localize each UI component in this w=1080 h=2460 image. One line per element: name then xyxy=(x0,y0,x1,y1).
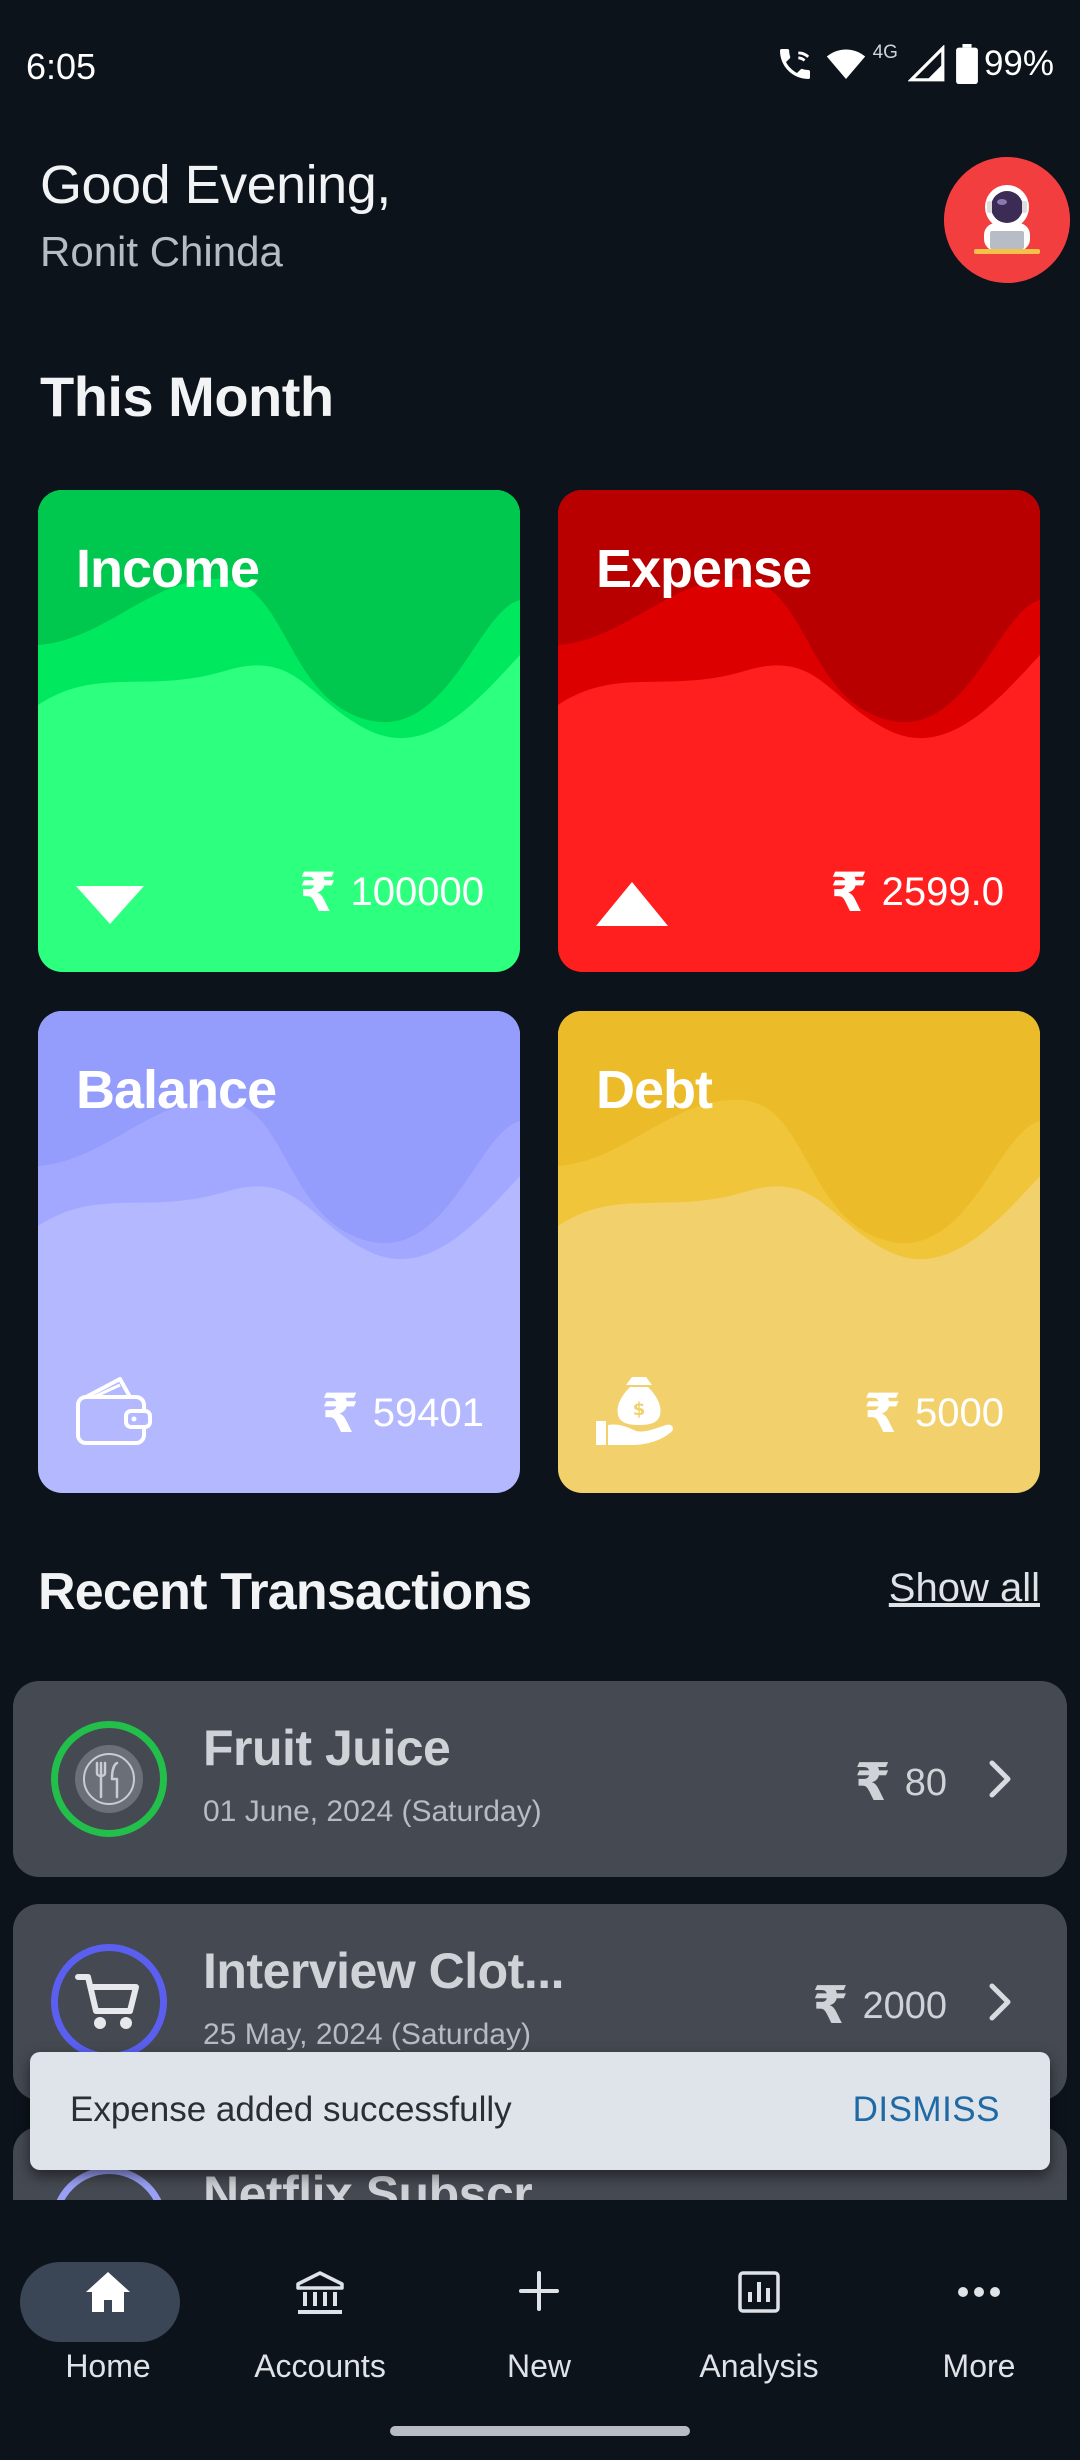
money-bag-hand-icon: $ xyxy=(596,1377,673,1445)
transaction-date: 25 May, 2024 (Saturday) xyxy=(203,2018,531,2051)
wifi-icon xyxy=(826,49,865,79)
network-type-label: 4G xyxy=(872,42,898,63)
nav-item-home[interactable]: Home xyxy=(0,2230,216,2384)
nav-label: More xyxy=(942,2348,1016,2384)
status-icons: 4G 99% xyxy=(775,42,1054,86)
currency-symbol: ₹ xyxy=(812,1977,849,2035)
greeting-text: Good Evening, xyxy=(40,155,391,215)
dismiss-button[interactable]: DISMISS xyxy=(853,2090,1000,2130)
svg-text:$: $ xyxy=(633,1399,646,1420)
transaction-amount: ₹ 2000 xyxy=(812,1976,947,2036)
food-icon xyxy=(75,1745,143,1813)
income-card-label: Income xyxy=(76,539,260,599)
income-card[interactable]: Income ₹ 100000 xyxy=(38,490,520,972)
transaction-icon-ring xyxy=(51,1721,167,1837)
nav-label: New xyxy=(506,2348,571,2384)
recent-transactions-title: Recent Transactions xyxy=(38,1563,532,1621)
balance-amount: ₹ 59401 xyxy=(321,1382,484,1445)
home-icon xyxy=(86,2272,130,2312)
balance-card[interactable]: Balance ₹ 59401 xyxy=(38,1011,520,1493)
gesture-navigation-bar[interactable] xyxy=(390,2426,690,2436)
expense-amount-value: 2599.0 xyxy=(881,870,1004,914)
more-dots-icon xyxy=(958,2287,1000,2297)
currency-symbol: ₹ xyxy=(863,1384,902,1444)
balance-card-label: Balance xyxy=(76,1060,277,1120)
transaction-title: Interview Clot... xyxy=(203,1943,565,1999)
transaction-amount-value: 2000 xyxy=(862,1984,947,2027)
transaction-amount: ₹ 80 xyxy=(855,1753,947,1813)
debt-amount: ₹ 5000 xyxy=(863,1382,1004,1445)
transaction-icon-ring xyxy=(51,1944,167,2060)
expense-card[interactable]: Expense ₹ 2599.0 xyxy=(558,490,1040,972)
currency-symbol: ₹ xyxy=(298,863,337,923)
currency-symbol: ₹ xyxy=(321,1384,359,1444)
currency-symbol: ₹ xyxy=(830,863,868,923)
nav-label: Analysis xyxy=(699,2348,819,2384)
battery-icon xyxy=(956,44,978,84)
user-name: Ronit Chinda xyxy=(40,228,283,275)
transaction-title: Fruit Juice xyxy=(203,1720,451,1776)
snackbar-message: Expense added successfully xyxy=(70,2090,512,2129)
nav-item-new[interactable]: New xyxy=(431,2230,647,2384)
nav-item-analysis[interactable]: Analysis xyxy=(651,2230,867,2384)
astronaut-avatar-icon xyxy=(944,157,1070,283)
nav-item-more[interactable]: More xyxy=(871,2230,1080,2384)
balance-amount-value: 59401 xyxy=(372,1391,484,1435)
debt-card-label: Debt xyxy=(596,1060,713,1120)
wifi-calling-icon xyxy=(779,49,810,79)
bar-chart-icon xyxy=(738,2271,780,2313)
shopping-cart-icon xyxy=(75,1974,139,2029)
battery-percentage: 99% xyxy=(983,44,1054,83)
signal-icon xyxy=(907,45,945,82)
arrow-down-icon xyxy=(76,886,144,924)
currency-symbol: ₹ xyxy=(854,1754,891,1812)
avatar[interactable] xyxy=(944,157,1070,283)
home-screen: 6:05 4G 99% Good Evening, Ronit Chinda T… xyxy=(0,0,1080,2460)
nav-item-accounts[interactable]: Accounts xyxy=(212,2230,428,2384)
chevron-right-icon xyxy=(989,1983,1011,2021)
nav-label: Home xyxy=(65,2348,151,2384)
wallet-icon xyxy=(76,1377,152,1445)
snackbar: Expense added successfully DISMISS xyxy=(30,2052,1050,2170)
debt-amount-value: 5000 xyxy=(915,1391,1004,1435)
bank-icon xyxy=(296,2271,344,2314)
expense-card-label: Expense xyxy=(596,539,812,599)
transaction-amount-value: 80 xyxy=(904,1761,947,1804)
chevron-right-icon xyxy=(989,1760,1011,1798)
this-month-title: This Month xyxy=(40,365,334,428)
debt-card[interactable]: Debt $ ₹ 5000 xyxy=(558,1011,1040,1493)
transaction-date: 01 June, 2024 (Saturday) xyxy=(203,1795,542,1828)
show-all-link[interactable]: Show all xyxy=(889,1566,1040,1611)
bottom-navigation: Home Accounts New Analysis More xyxy=(0,2200,1080,2460)
income-amount: ₹ 100000 xyxy=(299,861,484,924)
expense-amount: ₹ 2599.0 xyxy=(830,861,1004,924)
nav-label: Accounts xyxy=(254,2348,386,2384)
transaction-row[interactable]: Fruit Juice 01 June, 2024 (Saturday) ₹ 8… xyxy=(13,1681,1067,1877)
income-amount-value: 100000 xyxy=(350,870,484,914)
status-bar: 6:05 4G 99% xyxy=(0,0,1080,130)
arrow-up-icon xyxy=(596,882,668,926)
status-time: 6:05 xyxy=(26,46,97,87)
plus-icon xyxy=(519,2271,559,2311)
